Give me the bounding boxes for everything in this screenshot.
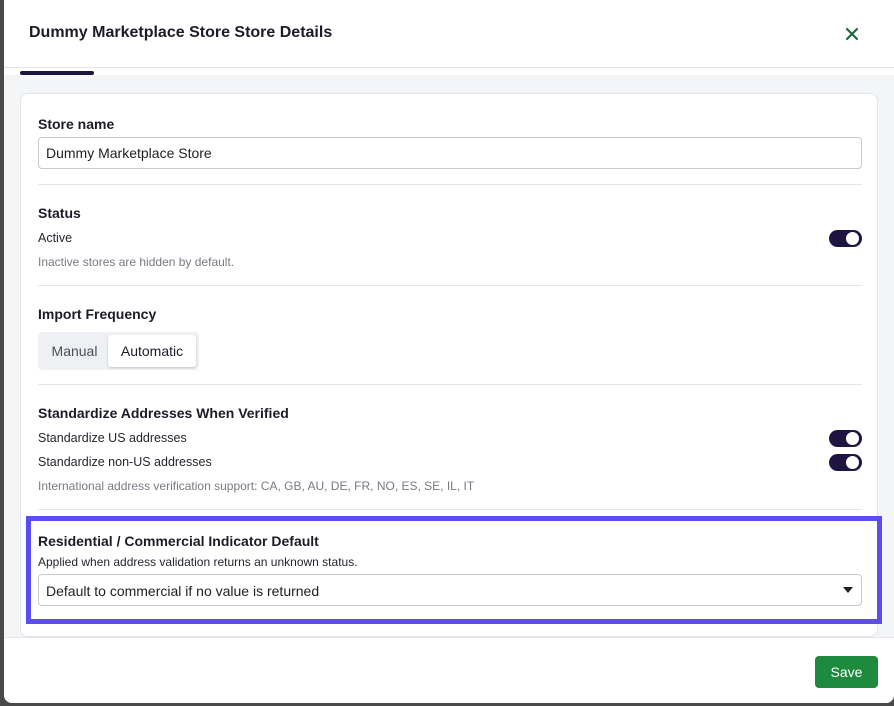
- toggle-knob: [846, 232, 859, 245]
- divider: [38, 509, 862, 510]
- caret-down-icon: [843, 587, 853, 593]
- divider: [38, 285, 862, 286]
- modal-body: Store name Status Active Inactive stores…: [4, 75, 894, 637]
- divider: [38, 384, 862, 385]
- settings-card: Store name Status Active Inactive stores…: [20, 93, 878, 637]
- divider: [38, 184, 862, 185]
- close-button[interactable]: [838, 22, 866, 46]
- standardize-non-us-toggle[interactable]: [829, 454, 862, 471]
- residential-commercial-title: Residential / Commercial Indicator Defau…: [38, 533, 319, 549]
- toggle-knob: [846, 432, 859, 445]
- store-details-modal: Dummy Marketplace Store Store Details St…: [4, 0, 894, 703]
- status-title: Status: [38, 205, 81, 221]
- store-name-label: Store name: [38, 116, 115, 132]
- import-frequency-automatic-option[interactable]: Automatic: [108, 335, 196, 367]
- toggle-knob: [846, 456, 859, 469]
- save-button[interactable]: Save: [815, 656, 878, 688]
- standardize-title: Standardize Addresses When Verified: [38, 405, 289, 421]
- import-frequency-title: Import Frequency: [38, 306, 157, 322]
- residential-commercial-select[interactable]: Default to commercial if no value is ret…: [38, 574, 862, 606]
- modal-footer: Save: [4, 637, 894, 703]
- import-frequency-selector: Manual Automatic: [38, 332, 199, 370]
- standardize-us-toggle[interactable]: [829, 430, 862, 447]
- active-toggle[interactable]: [829, 230, 862, 247]
- international-support-text: International address verification suppo…: [38, 479, 475, 493]
- close-icon: [845, 27, 859, 41]
- import-frequency-manual-option[interactable]: Manual: [41, 335, 108, 367]
- modal-header: Dummy Marketplace Store Store Details: [4, 0, 894, 68]
- standardize-non-us-label: Standardize non-US addresses: [38, 455, 212, 469]
- standardize-us-label: Standardize US addresses: [38, 431, 187, 445]
- modal-title: Dummy Marketplace Store Store Details: [29, 24, 333, 41]
- residential-commercial-selected-value: Default to commercial if no value is ret…: [46, 583, 320, 599]
- status-help-text: Inactive stores are hidden by default.: [38, 255, 235, 269]
- active-label: Active: [38, 231, 73, 245]
- store-name-input[interactable]: [38, 137, 862, 169]
- residential-commercial-help-text: Applied when address validation returns …: [38, 555, 358, 569]
